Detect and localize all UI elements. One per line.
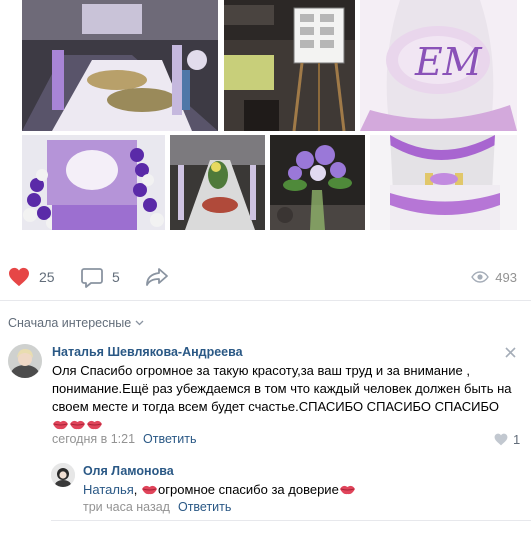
eye-icon (471, 271, 490, 283)
comment-count: 5 (112, 269, 120, 285)
views-count: 493 (495, 269, 517, 285)
reply-author[interactable]: Оля Ламонова (83, 464, 174, 478)
photo-monogram-backdrop[interactable]: EM (360, 0, 517, 131)
heart-icon (9, 267, 29, 287)
kiss-mark-emoji (87, 420, 102, 430)
reply-meta: три часа назад Ответить (83, 500, 231, 514)
like-count: 25 (39, 269, 55, 285)
share-arrow-icon (146, 268, 168, 286)
comments-sort-dropdown[interactable]: Сначала интересные (8, 316, 144, 330)
photo-balloon-wall[interactable] (22, 135, 165, 230)
reply-mention[interactable]: Наталья (83, 482, 134, 497)
close-icon[interactable] (505, 345, 516, 363)
kiss-mark-emoji (339, 485, 355, 495)
kiss-mark-emoji (142, 485, 158, 495)
reply-avatar[interactable] (51, 463, 75, 487)
comment-like-button[interactable]: 1 (494, 432, 520, 447)
reply-body: огромное спасибо за доверие (158, 482, 339, 497)
reply-time[interactable]: три часа назад (83, 500, 170, 514)
photo-seating-board[interactable] (224, 0, 355, 131)
sort-label: Сначала интересные (8, 316, 132, 330)
comment-text: Оля Спасибо огромное за такую красоту,за… (52, 362, 517, 434)
share-button[interactable] (145, 262, 169, 292)
reply-button[interactable]: Ответить (143, 432, 196, 446)
photo-banquet-hall[interactable] (22, 0, 218, 131)
photo-flower-bouquet[interactable] (270, 135, 365, 230)
comment-time[interactable]: сегодня в 1:21 (52, 432, 135, 446)
heart-icon (494, 433, 508, 446)
kiss-mark-emoji (70, 420, 85, 430)
mention-separator: , (133, 482, 138, 497)
chevron-down-icon (135, 320, 144, 326)
comment-like-count: 1 (513, 432, 521, 447)
comment-meta: сегодня в 1:21 Ответить (52, 432, 196, 446)
photo-table-setting[interactable] (170, 135, 265, 230)
comment-button[interactable]: 5 (81, 262, 120, 292)
photo-presidium-table[interactable] (370, 135, 517, 230)
speech-bubble-icon (81, 267, 103, 288)
divider (51, 520, 531, 521)
avatar[interactable] (8, 344, 42, 378)
post-actions-bar: 25 5 493 (0, 262, 531, 292)
reply-text: Наталья, огромное спасибо за доверие (83, 481, 356, 499)
comment-body: Оля Спасибо огромное за такую красоту,за… (52, 363, 512, 414)
comment-author[interactable]: Наталья Шевлякова-Андреева (52, 345, 243, 359)
svg-text:EM: EM (414, 40, 483, 84)
like-button[interactable]: 25 (8, 262, 55, 292)
kiss-mark-emoji (53, 420, 68, 430)
reply-reply-button[interactable]: Ответить (178, 500, 231, 514)
divider (0, 300, 531, 301)
views-counter: 493 (471, 262, 517, 292)
